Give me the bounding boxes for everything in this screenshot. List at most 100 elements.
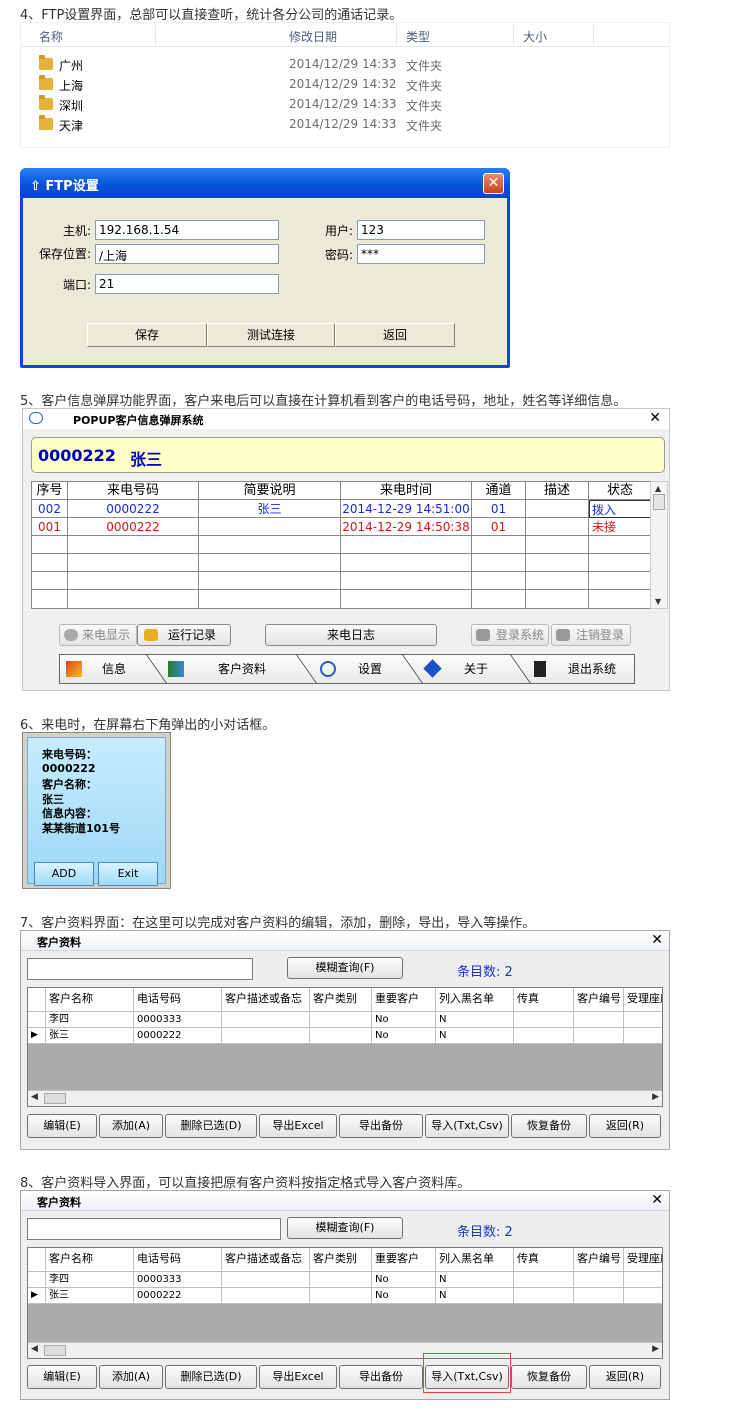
cell-name: 李四 bbox=[46, 1012, 134, 1028]
close-icon[interactable]: ✕ bbox=[651, 1192, 663, 1208]
col-phone[interactable]: 电话号码 bbox=[134, 1248, 222, 1272]
export-backup-button[interactable]: 导出备份 bbox=[339, 1114, 423, 1138]
col-phone[interactable]: 电话号码 bbox=[134, 988, 222, 1012]
customer-grid: 客户名称 电话号码 客户描述或备忘 客户类别 重要客户 列入黑名单 传真 客户编… bbox=[27, 1247, 663, 1359]
save-button[interactable]: 保存 bbox=[87, 323, 207, 347]
tab-customer[interactable]: 客户资料 bbox=[218, 655, 266, 683]
info-label: 信息内容： bbox=[42, 807, 97, 820]
return-button[interactable]: 返回(R) bbox=[589, 1365, 661, 1389]
logout-button[interactable]: 注销登录 bbox=[551, 624, 631, 646]
info-value: 某某街道101号 bbox=[42, 822, 120, 835]
col-customer-id[interactable]: 客户编号 bbox=[574, 1248, 624, 1272]
vertical-scrollbar[interactable]: ▲ ▼ bbox=[650, 481, 668, 609]
fuzzy-search-button[interactable]: 模糊查询(F) bbox=[287, 1217, 403, 1239]
cell-time: 2014-12-29 14:50:38 bbox=[341, 518, 472, 536]
folder-type: 文件夹 bbox=[406, 79, 443, 93]
folder-date: 2014/12/29 14:33 bbox=[289, 117, 397, 131]
password-input[interactable]: *** bbox=[357, 244, 485, 264]
save-path-input[interactable]: /上海 bbox=[95, 244, 279, 264]
user-input[interactable]: 123 bbox=[357, 220, 485, 240]
export-backup-button[interactable]: 导出备份 bbox=[339, 1365, 423, 1389]
tab-about[interactable]: 关于 bbox=[464, 655, 488, 683]
popup-titlebar[interactable]: POPUP客户信息弹屏系统 ✕ bbox=[23, 409, 669, 429]
cell-seq: 002 bbox=[32, 500, 68, 518]
col-name[interactable]: 名称 bbox=[39, 28, 63, 45]
restore-backup-button[interactable]: 恢复备份 bbox=[511, 1114, 587, 1138]
back-button[interactable]: 返回 bbox=[335, 323, 455, 347]
main-menu-bar: 信息 客户资料 设置 关于 退出系统 bbox=[59, 654, 635, 684]
wand-icon bbox=[66, 661, 82, 677]
host-input[interactable]: 192.168.1.54 bbox=[95, 220, 279, 240]
tab-info[interactable]: 信息 bbox=[102, 655, 126, 683]
fuzzy-search-button[interactable]: 模糊查询(F) bbox=[287, 957, 403, 979]
customer-grid: 客户名称 电话号码 客户描述或备忘 客户类别 重要客户 列入黑名单 传真 客户编… bbox=[27, 987, 663, 1107]
close-icon[interactable]: ✕ bbox=[649, 410, 661, 426]
add-button[interactable]: ADD bbox=[34, 862, 94, 886]
col-customer-id[interactable]: 客户编号 bbox=[574, 988, 624, 1012]
col-category[interactable]: 客户类别 bbox=[310, 988, 372, 1012]
cell-phone: 0000222 bbox=[134, 1028, 222, 1044]
col-blacklist[interactable]: 列入黑名单 bbox=[436, 1248, 514, 1272]
col-seq: 序号 bbox=[32, 482, 68, 500]
add-button[interactable]: 添加(A) bbox=[99, 1365, 163, 1389]
col-important[interactable]: 重要客户 bbox=[372, 988, 436, 1012]
test-connection-button[interactable]: 测试连接 bbox=[207, 323, 335, 347]
import-button[interactable]: 导入(Txt,Csv) bbox=[425, 1114, 509, 1138]
col-modified[interactable]: 修改日期 bbox=[289, 28, 337, 45]
caption-ftp: 4、FTP设置界面，总部可以直接查听，统计各分公司的通话记录。 bbox=[20, 8, 403, 23]
folder-type: 文件夹 bbox=[406, 99, 443, 113]
run-log-button[interactable]: 运行记录 bbox=[137, 624, 231, 646]
cell-phone: 0000222 bbox=[134, 1288, 222, 1304]
list-item[interactable]: 广州 2014/12/29 14:33 文件夹 bbox=[21, 55, 669, 75]
add-button[interactable]: 添加(A) bbox=[99, 1114, 163, 1138]
col-customer-name[interactable]: 客户名称 bbox=[46, 988, 134, 1012]
call-log-button[interactable]: 来电日志 bbox=[265, 624, 437, 646]
cell-important: No bbox=[372, 1272, 436, 1288]
delete-selected-button[interactable]: 删除已选(D) bbox=[165, 1114, 257, 1138]
search-input[interactable] bbox=[27, 1218, 281, 1240]
list-item[interactable]: 上海 2014/12/29 14:32 文件夹 bbox=[21, 75, 669, 95]
port-input[interactable]: 21 bbox=[95, 274, 279, 294]
close-icon[interactable]: ✕ bbox=[651, 932, 663, 948]
cell-blacklist: N bbox=[436, 1012, 514, 1028]
tab-settings[interactable]: 设置 bbox=[358, 655, 382, 683]
col-blacklist[interactable]: 列入黑名单 bbox=[436, 988, 514, 1012]
edit-button[interactable]: 编辑(E) bbox=[27, 1365, 97, 1389]
edit-button[interactable]: 编辑(E) bbox=[27, 1114, 97, 1138]
col-status: 状态 bbox=[589, 482, 651, 500]
col-agent[interactable]: 受理座席 bbox=[624, 1248, 662, 1272]
restore-backup-button[interactable]: 恢复备份 bbox=[511, 1365, 587, 1389]
return-button[interactable]: 返回(R) bbox=[589, 1114, 661, 1138]
customer-titlebar[interactable]: 客户资料 ✕ bbox=[21, 931, 669, 951]
list-item[interactable]: 天津 2014/12/29 14:33 文件夹 bbox=[21, 115, 669, 135]
col-important[interactable]: 重要客户 bbox=[372, 1248, 436, 1272]
list-item[interactable]: 深圳 2014/12/29 14:33 文件夹 bbox=[21, 95, 669, 115]
cell-blacklist: N bbox=[436, 1028, 514, 1044]
caller-display-button[interactable]: 来电显示 bbox=[59, 624, 137, 646]
col-category[interactable]: 客户类别 bbox=[310, 1248, 372, 1272]
export-excel-button[interactable]: 导出Excel bbox=[259, 1365, 337, 1389]
ftp-titlebar[interactable]: ⇧ FTP设置 ✕ bbox=[20, 168, 510, 198]
stopwatch-icon bbox=[320, 661, 336, 677]
export-excel-button[interactable]: 导出Excel bbox=[259, 1114, 337, 1138]
close-icon[interactable]: ✕ bbox=[483, 173, 504, 194]
col-memo[interactable]: 客户描述或备忘 bbox=[222, 1248, 310, 1272]
col-fax[interactable]: 传真 bbox=[514, 988, 574, 1012]
customer-titlebar[interactable]: 客户资料 ✕ bbox=[21, 1191, 669, 1211]
col-fax[interactable]: 传真 bbox=[514, 1248, 574, 1272]
col-customer-name[interactable]: 客户名称 bbox=[46, 1248, 134, 1272]
col-type[interactable]: 类型 bbox=[406, 28, 430, 45]
tab-exit[interactable]: 退出系统 bbox=[568, 655, 616, 683]
search-input[interactable] bbox=[27, 958, 253, 980]
delete-selected-button[interactable]: 删除已选(D) bbox=[165, 1365, 257, 1389]
horizontal-scrollbar[interactable]: ◀ ▶ bbox=[28, 1090, 662, 1106]
col-agent[interactable]: 受理座席 bbox=[624, 988, 662, 1012]
col-memo[interactable]: 客户描述或备忘 bbox=[222, 988, 310, 1012]
horizontal-scrollbar[interactable]: ◀ ▶ bbox=[28, 1342, 662, 1358]
col-size[interactable]: 大小 bbox=[523, 28, 547, 45]
number-value: 0000222 bbox=[42, 762, 96, 775]
exit-button[interactable]: Exit bbox=[98, 862, 158, 886]
customer-window: 客户资料 ✕ 模糊查询(F) 条目数: 2 客户名称 电话号码 客户描述或备忘 … bbox=[20, 930, 670, 1150]
login-button[interactable]: 登录系统 bbox=[471, 624, 549, 646]
cell-status: 拨入 bbox=[589, 500, 651, 518]
